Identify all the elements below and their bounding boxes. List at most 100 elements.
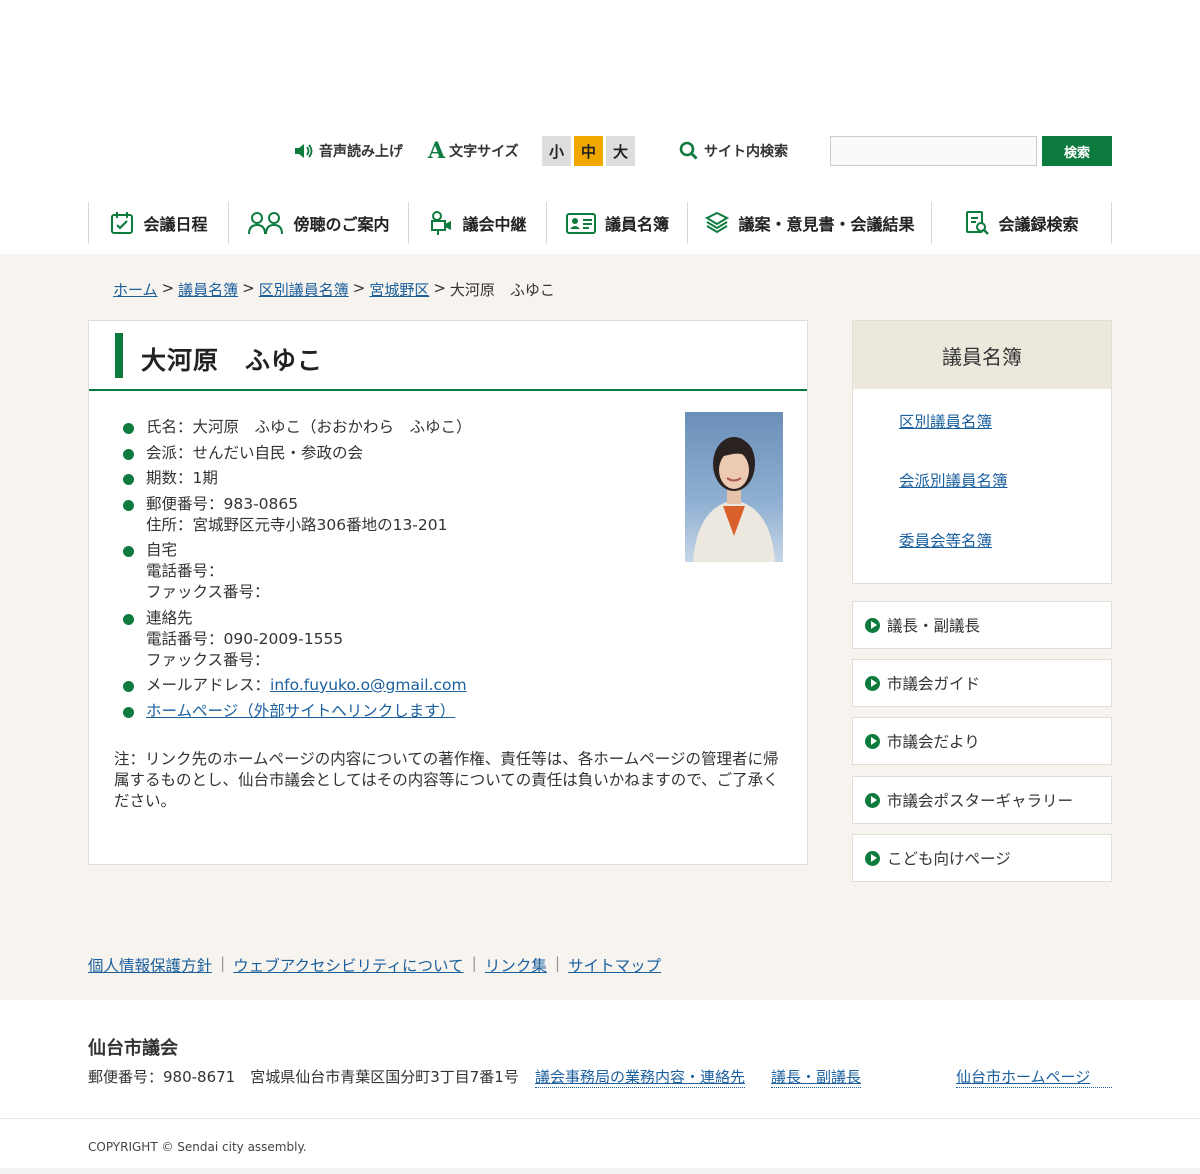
copyright: COPYRIGHT © Sendai city assembly. — [88, 1140, 307, 1154]
footer-office-link[interactable]: 議会事務局の業務内容・連絡先 — [535, 1066, 746, 1088]
profile-mail: メールアドレス：info.fuyuko.o@gmail.com — [123, 675, 683, 696]
footer-divider — [0, 1118, 1200, 1119]
breadcrumb-separator: > — [433, 279, 446, 297]
portrait-image — [693, 437, 775, 562]
profile-name: 氏名：大河原 ふゆこ（おおかわら ふゆこ） — [123, 417, 683, 438]
footer-link-sitemap[interactable]: サイトマップ — [568, 954, 661, 976]
breadcrumb-miyagino-link[interactable]: 宮城野区 — [369, 279, 429, 300]
global-nav: 会議日程 傍聴のご案内 議会中継 議員名簿 議案・意見書・会議結果 会議録検索 — [88, 202, 1112, 244]
voice-read-button[interactable]: 音声読み上げ — [293, 136, 403, 166]
sidebar-button-chair[interactable]: 議長・副議長 — [852, 601, 1112, 649]
sidebar-link-ward[interactable]: 区別議員名簿 — [899, 410, 992, 432]
sidebar-button-label: 議長・副議長 — [887, 617, 981, 635]
page-title-header: 大河原 ふゆこ — [89, 321, 807, 391]
sidebar-heading: 議員名簿 — [853, 321, 1111, 389]
footer-org-name: 仙台市議会 — [88, 1038, 178, 1059]
nav-item-minutes-search[interactable]: 会議録検索 — [931, 202, 1112, 244]
nav-item-members[interactable]: 議員名簿 — [546, 202, 687, 244]
member-photo — [685, 412, 783, 562]
footer-chair-link[interactable]: 議長・副議長 — [771, 1066, 862, 1088]
font-size-small-button[interactable]: 小 — [542, 136, 571, 166]
footer-link-links[interactable]: リンク集 — [485, 954, 547, 976]
profile-home: 自宅 電話番号： ファックス番号： — [123, 540, 683, 603]
sidebar-link-committee[interactable]: 委員会等名簿 — [899, 529, 992, 551]
member-profile-card: 大河原 ふゆこ 氏名：大河原 ふゆこ（おおかわら ふゆこ） 会派：せんだい自民・… — [88, 320, 808, 865]
breadcrumb-members-link[interactable]: 議員名簿 — [178, 279, 238, 300]
footer-link-privacy[interactable]: 個人情報保護方針 — [88, 954, 212, 976]
profile-faction-text: 会派：せんだい自民・参政の会 — [146, 443, 364, 462]
sidebar-button-label: 市議会ガイド — [887, 675, 981, 693]
utility-bar: 音声読み上げ A 文字サイズ 小 中 大 サイト内検索 検索 — [0, 136, 1200, 166]
document-search-icon — [966, 211, 990, 235]
sidebar-button-label: 市議会だより — [887, 733, 980, 751]
profile-mail-label: メールアドレス： — [146, 676, 271, 694]
font-size-label: 文字サイズ — [449, 144, 519, 160]
sidebar-button-kids[interactable]: こども向けページ — [852, 834, 1112, 882]
external-link-note: 注：リンク先のホームページの内容についての著作権、責任等は、各ホームページの管理… — [114, 750, 779, 810]
nav-label: 会議録検索 — [998, 215, 1079, 234]
page-title: 大河原 ふゆこ — [141, 346, 324, 375]
profile-contact-phone: 電話番号：090-2009-1555 — [146, 629, 344, 648]
profile-term: 期数：1期 — [123, 468, 683, 489]
nav-label: 傍聴のご案内 — [293, 215, 390, 234]
footer-link-separator: | — [554, 954, 561, 972]
nav-label: 会議日程 — [143, 215, 208, 234]
profile-name-text: 氏名：大河原 ふゆこ（おおかわら ふゆこ） — [146, 418, 472, 436]
footer-address: 郵便番号：980-8671 宮城県仙台市青葉区国分町3丁目7番1号 — [88, 1068, 519, 1086]
calendar-check-icon — [111, 212, 134, 234]
nav-item-observation[interactable]: 傍聴のご案内 — [228, 202, 408, 244]
breadcrumb-separator: > — [352, 279, 366, 297]
footer-policy-links: 個人情報保護方針 | ウェブアクセシビリティについて | リンク集 | サイトマ… — [88, 954, 661, 976]
profile-home-phone: 電話番号： — [146, 562, 224, 580]
nav-label: 議員名簿 — [604, 215, 669, 234]
profile-home-label: 自宅 — [146, 541, 178, 559]
font-size-medium-button[interactable]: 中 — [574, 136, 603, 166]
homepage-link[interactable]: ホームページ（外部サイトへリンクします） — [146, 702, 455, 720]
bottom-strip — [0, 1168, 1200, 1174]
sidebar-button-poster-gallery[interactable]: 市議会ポスターギャラリー — [852, 776, 1112, 824]
sidebar-link-faction[interactable]: 会派別議員名簿 — [899, 469, 1008, 491]
search-button[interactable]: 検索 — [1042, 136, 1112, 166]
profile-contact: 連絡先 電話番号：090-2009-1555 ファックス番号： — [123, 608, 683, 671]
profile-postal: 郵便番号：983-0865 — [146, 494, 299, 513]
footer-city-link[interactable]: 仙台市ホームページ — [956, 1066, 1112, 1088]
font-size-buttons: 小 中 大 — [542, 136, 638, 166]
id-card-icon — [565, 213, 596, 234]
footer-link-separator: | — [471, 954, 477, 972]
breadcrumb-home-link[interactable]: ホーム — [113, 279, 158, 300]
sidebar-button-label: こども向けページ — [887, 850, 1011, 868]
arrow-right-icon — [865, 733, 880, 749]
nav-label: 議会中継 — [462, 215, 527, 234]
nav-item-bills[interactable]: 議案・意見書・会議結果 — [687, 202, 931, 244]
profile-address: 郵便番号：983-0865 住所：宮城野区元寺小路306番地の13-201 — [123, 494, 683, 536]
breadcrumb-ward-list-link[interactable]: 区別議員名簿 — [259, 279, 349, 300]
breadcrumb-current: 大河原 ふゆこ — [449, 281, 555, 299]
breadcrumb: ホーム > 議員名簿 > 区別議員名簿 > 宮城野区 > 大河原 ふゆこ — [113, 279, 555, 300]
site-search-label-wrap: サイト内検索 — [679, 136, 788, 166]
font-size-large-button[interactable]: 大 — [606, 136, 635, 166]
footer-link-separator: | — [220, 954, 226, 972]
footer-link-accessibility[interactable]: ウェブアクセシビリティについて — [233, 954, 463, 976]
sidebar-button-guide[interactable]: 市議会ガイド — [852, 659, 1112, 707]
sidebar-button-label: 市議会ポスターギャラリー — [887, 792, 1074, 810]
profile-address-text: 住所：宮城野区元寺小路306番地の13-201 — [146, 515, 448, 534]
font-size-label-wrap: A 文字サイズ — [428, 136, 519, 166]
nav-item-broadcast[interactable]: 議会中継 — [408, 202, 546, 244]
breadcrumb-separator: > — [161, 279, 175, 297]
arrow-right-icon — [865, 617, 880, 633]
profile-home-fax: ファックス番号： — [146, 583, 270, 601]
video-camera-icon — [431, 211, 452, 235]
mail-link[interactable]: info.fuyuko.o@gmail.com — [270, 676, 467, 694]
arrow-right-icon — [865, 850, 880, 866]
search-input[interactable] — [830, 136, 1037, 166]
nav-label: 議案・意見書・会議結果 — [738, 215, 915, 234]
profile-contact-fax: ファックス番号： — [146, 650, 270, 669]
voice-read-label: 音声読み上げ — [319, 144, 403, 160]
profile-homepage: ホームページ（外部サイトへリンクします） — [123, 701, 683, 722]
people-icon — [248, 212, 284, 235]
search-icon — [679, 141, 698, 160]
profile-list: 氏名：大河原 ふゆこ（おおかわら ふゆこ） 会派：せんだい自民・参政の会 期数：… — [123, 417, 683, 726]
sidebar-button-newsletter[interactable]: 市議会だより — [852, 717, 1112, 765]
profile-term-text: 期数：1期 — [146, 469, 218, 487]
nav-item-schedule[interactable]: 会議日程 — [88, 202, 228, 244]
